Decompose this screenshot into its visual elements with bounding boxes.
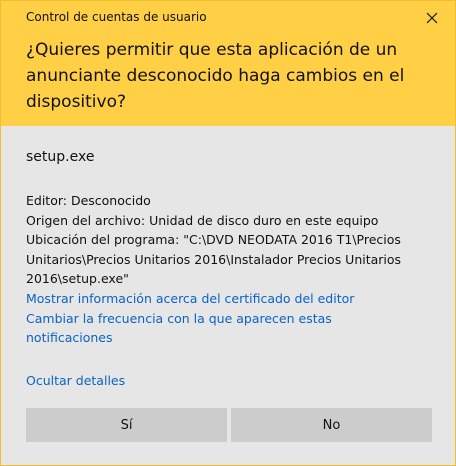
close-icon bbox=[426, 12, 438, 24]
permission-question: ¿Quieres permitir que esta aplicación de… bbox=[26, 40, 405, 112]
uac-dialog: Control de cuentas de usuario ¿Quieres p… bbox=[0, 0, 456, 466]
program-location-line-1: Ubicación del programa: "C:\DVD NEODATA … bbox=[26, 232, 401, 248]
dialog-header: Control de cuentas de usuario ¿Quieres p… bbox=[1, 1, 455, 126]
hide-details-link[interactable]: Ocultar detalles bbox=[26, 371, 125, 390]
program-location-line-3: 2016\setup.exe" bbox=[26, 271, 129, 287]
program-location-line-2: Unitarios\Precios Unitarios 2016\Instala… bbox=[26, 251, 402, 267]
close-button[interactable] bbox=[409, 1, 455, 35]
app-name: setup.exe bbox=[26, 149, 95, 165]
window-title: Control de cuentas de usuario bbox=[26, 10, 207, 24]
yes-button[interactable]: Sí bbox=[26, 408, 227, 442]
notification-frequency-link-line-2[interactable]: notificaciones bbox=[26, 328, 436, 348]
notification-frequency-link-line-1[interactable]: Cambiar la frecuencia con la que aparece… bbox=[26, 309, 436, 329]
file-origin-text: Origen del archivo: Unidad de disco duro… bbox=[26, 212, 379, 228]
publisher-text: Editor: Desconocido bbox=[26, 193, 151, 208]
details-section: Editor: Desconocido Origen del archivo: … bbox=[26, 191, 436, 348]
certificate-link[interactable]: Mostrar información acerca del certifica… bbox=[26, 289, 436, 309]
no-button[interactable]: No bbox=[231, 408, 432, 442]
